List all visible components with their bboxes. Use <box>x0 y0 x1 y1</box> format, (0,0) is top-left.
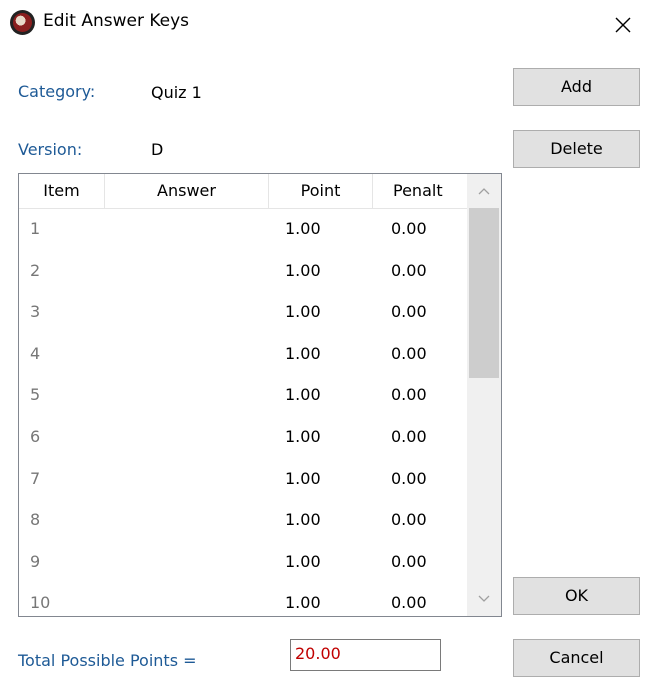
scroll-thumb[interactable] <box>469 208 499 378</box>
item-cell[interactable]: 6 <box>30 416 40 458</box>
answer-cell[interactable] <box>107 458 267 500</box>
point-cell[interactable]: 1.00 <box>285 416 321 458</box>
scroll-down-button[interactable] <box>467 582 501 616</box>
point-cell[interactable]: 1.00 <box>285 333 321 375</box>
chevron-down-icon <box>478 595 490 602</box>
cancel-button[interactable]: Cancel <box>513 639 640 677</box>
table-row[interactable]: 4 1.00 0.00 <box>19 333 467 375</box>
grid-header: Item Answer Point Penalt <box>19 174 467 209</box>
penalty-cell[interactable]: 0.00 <box>391 333 427 375</box>
close-button[interactable] <box>606 12 640 38</box>
window-title: Edit Answer Keys <box>43 11 190 31</box>
table-row[interactable]: 5 1.00 0.00 <box>19 374 467 416</box>
point-cell[interactable]: 1.00 <box>285 541 321 583</box>
item-cell[interactable]: 8 <box>30 499 40 541</box>
answer-cell[interactable] <box>107 374 267 416</box>
delete-button[interactable]: Delete <box>513 130 640 168</box>
version-value: D <box>151 140 164 159</box>
table-row[interactable]: 8 1.00 0.00 <box>19 499 467 541</box>
answer-cell[interactable] <box>107 208 267 250</box>
answer-cell[interactable] <box>107 250 267 292</box>
table-row[interactable]: 1 1.00 0.00 <box>19 208 467 250</box>
item-cell[interactable]: 1 <box>30 208 40 250</box>
column-header-point[interactable]: Point <box>269 174 373 208</box>
answer-cell[interactable] <box>107 291 267 333</box>
penalty-cell[interactable]: 0.00 <box>391 374 427 416</box>
penalty-cell[interactable]: 0.00 <box>391 499 427 541</box>
point-cell[interactable]: 1.00 <box>285 458 321 500</box>
table-row[interactable]: 10 1.00 0.00 <box>19 582 467 616</box>
penalty-cell[interactable]: 0.00 <box>391 541 427 583</box>
item-cell[interactable]: 2 <box>30 250 40 292</box>
app-logo-icon <box>10 10 35 35</box>
item-cell[interactable]: 4 <box>30 333 40 375</box>
total-points-label: Total Possible Points = <box>18 651 197 670</box>
answer-cell[interactable] <box>107 333 267 375</box>
item-cell[interactable]: 9 <box>30 541 40 583</box>
item-cell[interactable]: 7 <box>30 458 40 500</box>
total-points-field[interactable]: 20.00 <box>290 639 441 671</box>
answer-key-grid[interactable]: Item Answer Point Penalt 1 1.00 0.00 2 1.00 0… <box>18 173 502 617</box>
column-header-item[interactable]: Item <box>19 174 105 208</box>
point-cell[interactable]: 1.00 <box>285 499 321 541</box>
scroll-up-button[interactable] <box>467 174 501 208</box>
answer-cell[interactable] <box>107 499 267 541</box>
table-row[interactable]: 7 1.00 0.00 <box>19 458 467 500</box>
chevron-up-icon <box>478 188 490 195</box>
column-header-penalty[interactable]: Penalt <box>373 174 467 208</box>
add-button[interactable]: Add <box>513 68 640 106</box>
table-row[interactable]: 6 1.00 0.00 <box>19 416 467 458</box>
point-cell[interactable]: 1.00 <box>285 250 321 292</box>
penalty-cell[interactable]: 0.00 <box>391 250 427 292</box>
close-icon <box>615 17 631 33</box>
title-bar: Edit Answer Keys <box>0 0 647 44</box>
category-value: Quiz 1 <box>151 83 202 102</box>
point-cell[interactable]: 1.00 <box>285 291 321 333</box>
point-cell[interactable]: 1.00 <box>285 374 321 416</box>
table-row[interactable]: 3 1.00 0.00 <box>19 291 467 333</box>
version-label: Version: <box>18 140 83 159</box>
point-cell[interactable]: 1.00 <box>285 208 321 250</box>
answer-cell[interactable] <box>107 416 267 458</box>
category-label: Category: <box>18 82 96 101</box>
table-row[interactable]: 2 1.00 0.00 <box>19 250 467 292</box>
answer-cell[interactable] <box>107 582 267 616</box>
grid-rows: 1 1.00 0.00 2 1.00 0.00 3 1.00 0.00 4 1.00 0.00 5 1.0… <box>19 208 467 616</box>
item-cell[interactable]: 10 <box>30 582 50 616</box>
item-cell[interactable]: 5 <box>30 374 40 416</box>
penalty-cell[interactable]: 0.00 <box>391 208 427 250</box>
penalty-cell[interactable]: 0.00 <box>391 416 427 458</box>
penalty-cell[interactable]: 0.00 <box>391 291 427 333</box>
point-cell[interactable]: 1.00 <box>285 582 321 616</box>
ok-button[interactable]: OK <box>513 577 640 615</box>
penalty-cell[interactable]: 0.00 <box>391 582 427 616</box>
table-row[interactable]: 9 1.00 0.00 <box>19 541 467 583</box>
item-cell[interactable]: 3 <box>30 291 40 333</box>
answer-cell[interactable] <box>107 541 267 583</box>
column-header-answer[interactable]: Answer <box>105 174 269 208</box>
vertical-scrollbar[interactable] <box>467 174 501 616</box>
penalty-cell[interactable]: 0.00 <box>391 458 427 500</box>
